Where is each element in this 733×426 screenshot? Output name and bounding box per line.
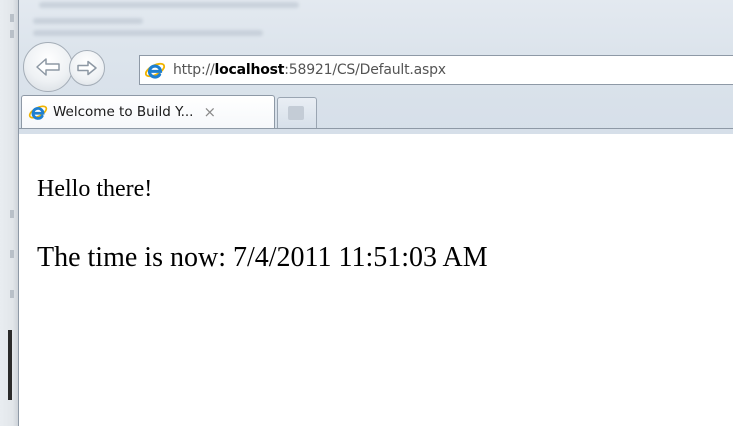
url-host: localhost bbox=[214, 62, 285, 78]
browser-window: http://localhost:58921/CS/Default.aspx W… bbox=[0, 0, 733, 426]
new-tab-icon bbox=[288, 106, 304, 120]
browser-chrome: http://localhost:58921/CS/Default.aspx W… bbox=[18, 0, 733, 134]
ie-icon bbox=[28, 105, 48, 120]
forward-button[interactable] bbox=[69, 50, 105, 86]
background-decoration bbox=[10, 250, 14, 258]
tab-divider bbox=[19, 128, 733, 129]
address-bar[interactable]: http://localhost:58921/CS/Default.aspx bbox=[139, 55, 733, 85]
background-window-strip bbox=[0, 0, 18, 426]
tab-bar: Welcome to Build Y... × bbox=[19, 95, 733, 134]
url-prefix: http:// bbox=[173, 62, 215, 78]
tab-title: Welcome to Build Y... bbox=[53, 104, 194, 120]
background-decoration bbox=[10, 210, 14, 218]
background-decoration bbox=[10, 30, 14, 38]
tab-close-icon[interactable]: × bbox=[203, 104, 216, 120]
ie-icon bbox=[144, 62, 166, 79]
time-value: 7/4/2011 11:51:03 AM bbox=[232, 242, 488, 273]
time-text: The time is now: 7/4/2011 11:51:03 AM bbox=[37, 242, 488, 274]
forward-arrow-icon bbox=[77, 60, 97, 76]
page-content: Hello there! The time is now: 7/4/2011 1… bbox=[18, 134, 733, 426]
new-tab-button[interactable] bbox=[277, 97, 317, 128]
navigation-buttons bbox=[23, 42, 139, 96]
tab-welcome[interactable]: Welcome to Build Y... × bbox=[21, 95, 275, 128]
url-path: :58921/CS/Default.aspx bbox=[284, 62, 446, 78]
time-label: The time is now: bbox=[37, 242, 226, 273]
back-arrow-icon bbox=[36, 58, 60, 76]
back-button[interactable] bbox=[23, 42, 73, 92]
background-decoration bbox=[10, 290, 14, 298]
background-decoration bbox=[10, 14, 14, 22]
background-decoration bbox=[8, 330, 12, 400]
url-text[interactable]: http://localhost:58921/CS/Default.aspx bbox=[173, 62, 446, 78]
background-window-blur bbox=[19, 0, 733, 40]
greeting-text: Hello there! bbox=[37, 176, 153, 202]
